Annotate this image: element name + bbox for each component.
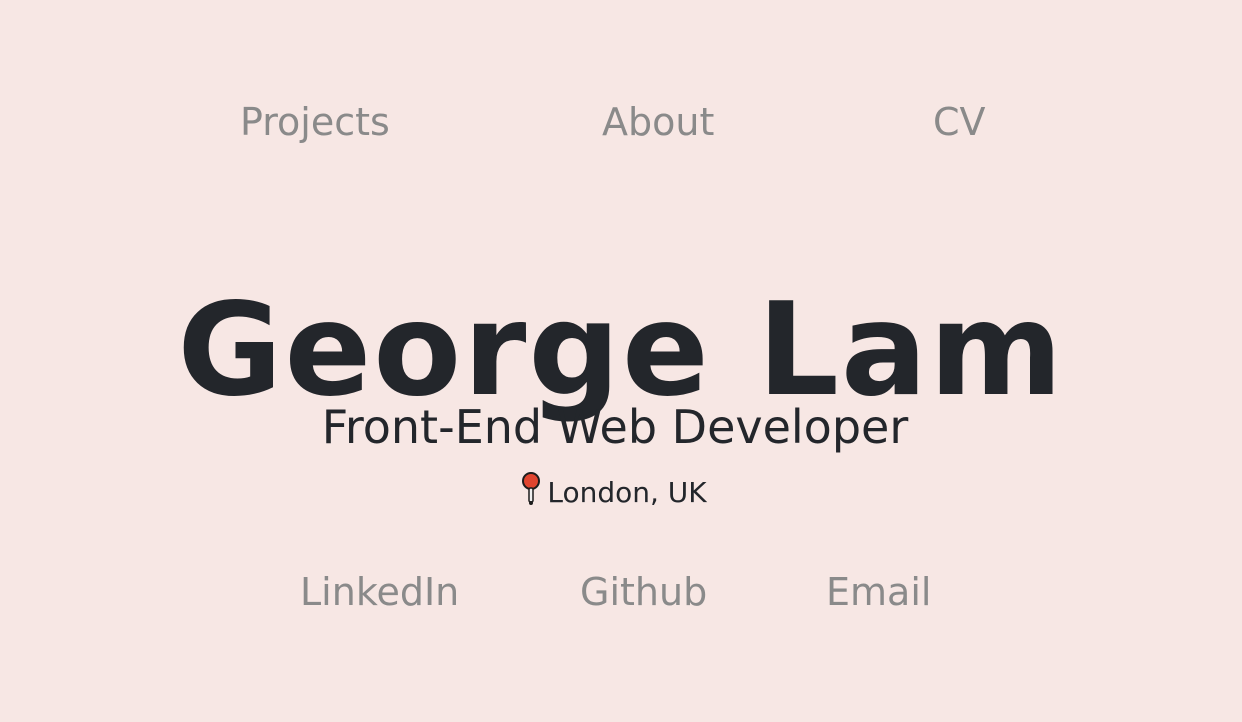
hero-location: London, UK — [0, 472, 1228, 515]
nav-link-projects[interactable]: Projects — [240, 98, 390, 146]
nav-link-cv[interactable]: CV — [933, 98, 986, 146]
nav-link-about[interactable]: About — [602, 98, 714, 146]
hero-role: Front-End Web Developer — [321, 400, 909, 454]
social-link-linkedin[interactable]: LinkedIn — [300, 568, 459, 616]
hero-location-text: London, UK — [547, 476, 707, 509]
social-link-github[interactable]: Github — [580, 568, 707, 616]
social-link-email[interactable]: Email — [826, 568, 931, 616]
map-pin-icon — [521, 472, 541, 515]
